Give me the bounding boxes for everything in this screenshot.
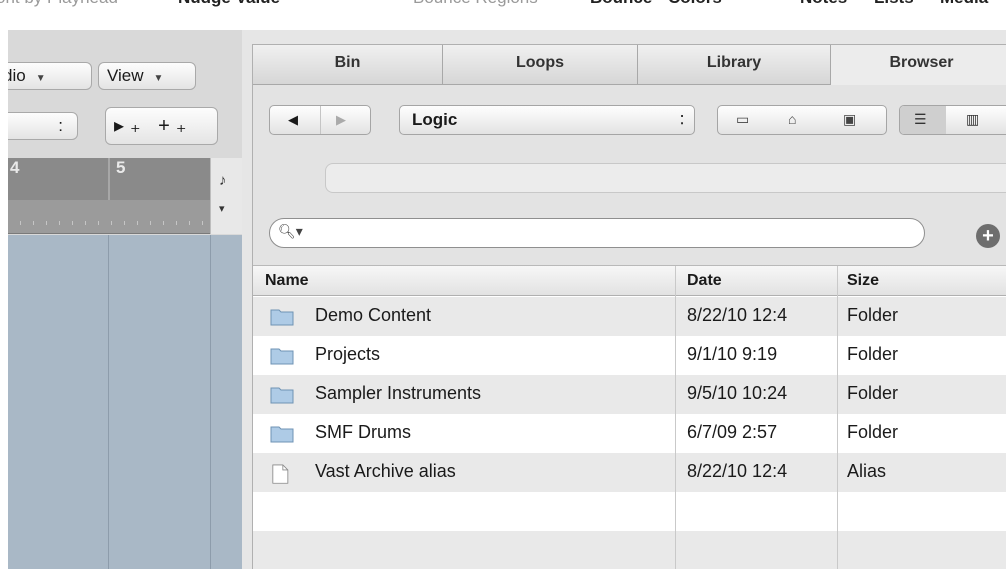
tool-menus[interactable]: ▸₊ +₊ [105, 107, 218, 145]
table-row[interactable]: SMF Drums 6/7/09 2:57 Folder [253, 414, 1006, 453]
view-mode-buttons: ☰ ▥ [899, 105, 1006, 135]
value-stepper[interactable]: : [8, 112, 78, 140]
file-name: Projects [315, 344, 381, 364]
search-field[interactable]: 🔍︎▾ [269, 218, 925, 248]
chevron-down-icon[interactable]: ▾ [219, 202, 225, 215]
file-name: Vast Archive alias [315, 461, 456, 481]
main-window: dio ▼ View ▼ : ▸₊ +₊ 4 5 ♪ ▾ Bin Loops [8, 30, 1006, 569]
column-divider[interactable] [837, 266, 838, 569]
table-row-empty [253, 531, 1006, 569]
folder-icon [270, 309, 294, 326]
colors-button[interactable]: Colors [668, 0, 722, 8]
file-list: Name Date Size Demo Content 8/22/10 12:4… [253, 265, 1006, 569]
chevron-down-icon: ▼ [153, 73, 164, 84]
bar-gridline [210, 235, 211, 569]
bar-gridline [108, 235, 109, 569]
file-date: 9/5/10 10:24 [687, 383, 788, 403]
search-input[interactable] [300, 223, 910, 243]
bounce-button[interactable]: Bounce [590, 0, 652, 8]
tab-browser[interactable]: Browser [831, 45, 1006, 85]
file-date: 6/7/09 2:57 [687, 422, 778, 442]
file-size: Alias [847, 461, 887, 481]
table-row[interactable]: Sampler Instruments 9/5/10 10:24 Folder [253, 375, 1006, 414]
ruler-side-controls: ♪ ▾ [210, 158, 242, 234]
audio-menu[interactable]: dio ▼ [8, 62, 92, 90]
list-view-icon[interactable]: ☰ [914, 111, 927, 128]
computer-icon[interactable]: ▭ [736, 111, 749, 128]
alias-file-icon [272, 464, 289, 484]
column-header-name[interactable]: Name [265, 272, 309, 290]
track-lane-area[interactable] [8, 235, 242, 569]
arrange-area: dio ▼ View ▼ : ▸₊ +₊ 4 5 ♪ ▾ [8, 30, 242, 569]
add-icon[interactable]: + [976, 224, 1000, 248]
column-header-size[interactable]: Size [847, 272, 879, 290]
table-row[interactable]: Vast Archive alias 8/22/10 12:4 Alias [253, 453, 1006, 492]
nudge-value-button[interactable]: Nudge Value [178, 0, 280, 8]
ruler-divider [108, 158, 110, 200]
file-list-header: Name Date Size [253, 266, 1006, 296]
back-arrow-icon[interactable]: ◀ [288, 112, 298, 128]
table-row[interactable]: Projects 9/1/10 9:19 Folder [253, 336, 1006, 375]
audio-menu-label: dio [8, 66, 26, 85]
folder-icon [270, 426, 294, 443]
file-size: Folder [847, 305, 899, 325]
note-icon[interactable]: ♪ [219, 172, 227, 189]
pointer-tool-icon[interactable]: ▸₊ +₊ [114, 115, 192, 137]
file-name: SMF Drums [315, 422, 411, 442]
browser-tabs: Bin Loops Library Browser [253, 45, 1006, 85]
file-size: Folder [847, 422, 899, 442]
column-header-date[interactable]: Date [687, 272, 722, 290]
file-date: 9/1/10 9:19 [687, 344, 778, 364]
segment-divider [320, 106, 321, 134]
folder-icon [270, 387, 294, 404]
view-menu-label: View [107, 66, 144, 85]
folder-icon [270, 348, 294, 365]
location-label: Logic [412, 110, 458, 129]
tab-loops[interactable]: Loops [443, 45, 638, 85]
media-button[interactable]: Media [940, 0, 988, 8]
tab-library[interactable]: Library [638, 45, 831, 85]
ruler-ticks[interactable] [8, 200, 210, 234]
file-name: Sampler Instruments [315, 383, 482, 403]
location-select[interactable]: Logic ⁚ [399, 105, 695, 135]
bar-ruler[interactable]: 4 5 [8, 158, 210, 200]
ruler-bar-label: 4 [10, 158, 20, 177]
lists-button[interactable]: Lists [874, 0, 914, 8]
toolbar-cropped-label: ont by Playhead [0, 0, 118, 8]
bounce-regions-button[interactable]: Bounce Regions [413, 0, 538, 8]
column-view-icon[interactable]: ▥ [966, 111, 979, 128]
project-icon[interactable]: ▣ [843, 111, 856, 128]
file-size: Folder [847, 383, 899, 403]
home-icon[interactable]: ⌂ [788, 111, 796, 127]
file-name: Demo Content [315, 305, 432, 325]
notes-button[interactable]: Notes [800, 0, 847, 8]
view-menu[interactable]: View ▼ [98, 62, 196, 90]
ruler-bar-label: 5 [116, 158, 126, 177]
path-bar[interactable] [325, 163, 1006, 193]
location-shortcut-buttons: ▭ ⌂ ▣ [717, 105, 887, 135]
chevron-down-icon: ▼ [35, 73, 46, 84]
file-date: 8/22/10 12:4 [687, 461, 788, 481]
main-toolbar: ont by Playhead Nudge Value Bounce Regio… [0, 0, 1006, 30]
media-browser-panel: Bin Loops Library Browser ◀ ▶ Logic ⁚ ▭ … [252, 44, 1006, 569]
column-divider[interactable] [675, 266, 676, 569]
back-forward-buttons: ◀ ▶ [269, 105, 371, 135]
table-row-empty [253, 492, 1006, 531]
table-row[interactable]: Demo Content 8/22/10 12:4 Folder [253, 297, 1006, 336]
tick-marks [8, 221, 210, 225]
tab-bin[interactable]: Bin [253, 45, 443, 85]
file-date: 8/22/10 12:4 [687, 305, 788, 325]
forward-arrow-icon[interactable]: ▶ [336, 112, 346, 128]
updown-arrows-icon: ⁚ [680, 113, 684, 127]
stepper-arrows-icon: : [58, 116, 63, 135]
file-size: Folder [847, 344, 899, 364]
